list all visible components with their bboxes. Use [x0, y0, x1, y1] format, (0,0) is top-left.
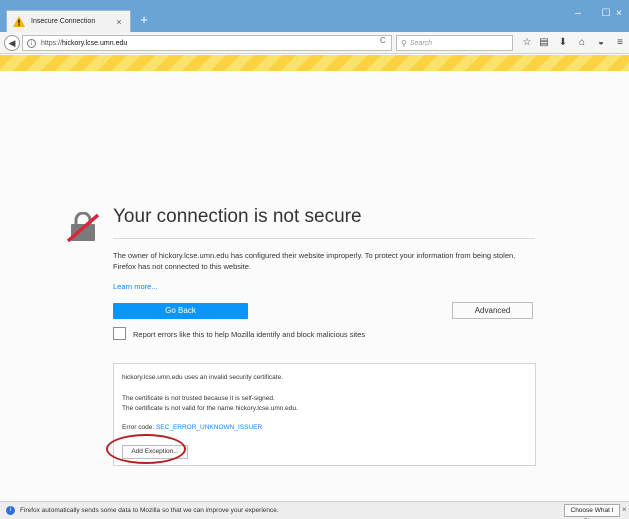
library-icon[interactable]: ▤ [537, 37, 551, 49]
details-error-code: Error code: SEC_ERROR_UNKNOWN_ISSUER [122, 424, 262, 431]
search-icon: ⚲ [401, 38, 407, 48]
navigation-bar: ◀ i https://hickory.lcse.umn.edu C ⚲ Sea… [0, 32, 629, 54]
page-title: Your connection is not secure [113, 206, 362, 227]
new-tab-button[interactable]: + [137, 12, 151, 28]
notification-text: Firefox automatically sends some data to… [20, 507, 279, 514]
error-description: The owner of hickory.lcse.umn.edu has co… [113, 251, 516, 271]
title-bar: Insecure Connection × + – ☐ × [0, 0, 629, 32]
info-icon: i [6, 506, 15, 515]
pocket-icon[interactable]: ◒ [594, 37, 608, 49]
warning-icon [13, 16, 25, 27]
tab-insecure-connection[interactable]: Insecure Connection × [6, 10, 131, 32]
learn-more-link[interactable]: Learn more... [113, 282, 158, 291]
report-errors-checkbox[interactable] [113, 327, 126, 340]
menu-icon[interactable]: ≡ [613, 37, 627, 49]
advanced-button[interactable]: Advanced [452, 302, 533, 319]
home-icon[interactable]: ⌂ [575, 37, 589, 49]
go-back-button[interactable]: Go Back [113, 303, 248, 319]
report-errors-label: Report errors like this to help Mozilla … [133, 330, 366, 339]
bookmark-star-icon[interactable]: ☆ [520, 37, 534, 49]
window-close-button[interactable]: × [616, 4, 629, 24]
url-bar[interactable]: i https://hickory.lcse.umn.edu [22, 35, 392, 51]
minimize-button[interactable]: – [564, 4, 592, 24]
tab-close-icon[interactable]: × [114, 17, 124, 27]
error-code-label: Error code: [122, 424, 155, 431]
url-text: https://hickory.lcse.umn.edu [41, 40, 127, 47]
notification-bar: i Firefox automatically sends some data … [0, 501, 629, 519]
warning-stripe [0, 55, 629, 71]
error-code-link[interactable]: SEC_ERROR_UNKNOWN_ISSUER [156, 424, 262, 431]
choose-what-i-share-button[interactable]: Choose What I Share [564, 504, 620, 519]
highlight-annotation [106, 434, 186, 464]
back-button[interactable]: ◀ [4, 35, 20, 51]
notification-close-icon[interactable]: × [622, 505, 627, 514]
site-info-icon[interactable]: i [27, 38, 36, 48]
details-invalid-cert: hickory.lcse.umn.edu uses an invalid sec… [122, 374, 284, 381]
details-self-signed: The certificate is not trusted because i… [122, 395, 275, 402]
download-icon[interactable]: ⬇ [556, 37, 570, 49]
url-host: hickory.lcse.umn.edu [62, 39, 128, 47]
broken-lock-icon [66, 211, 100, 243]
details-name-mismatch: The certificate is not valid for the nam… [122, 405, 298, 412]
reload-icon[interactable]: C [380, 36, 386, 45]
search-placeholder: Search [409, 39, 433, 47]
search-input[interactable]: ⚲ Search [396, 35, 513, 51]
tab-title: Insecure Connection [31, 18, 96, 25]
url-prefix: https:// [41, 39, 63, 47]
title-divider [113, 238, 535, 239]
